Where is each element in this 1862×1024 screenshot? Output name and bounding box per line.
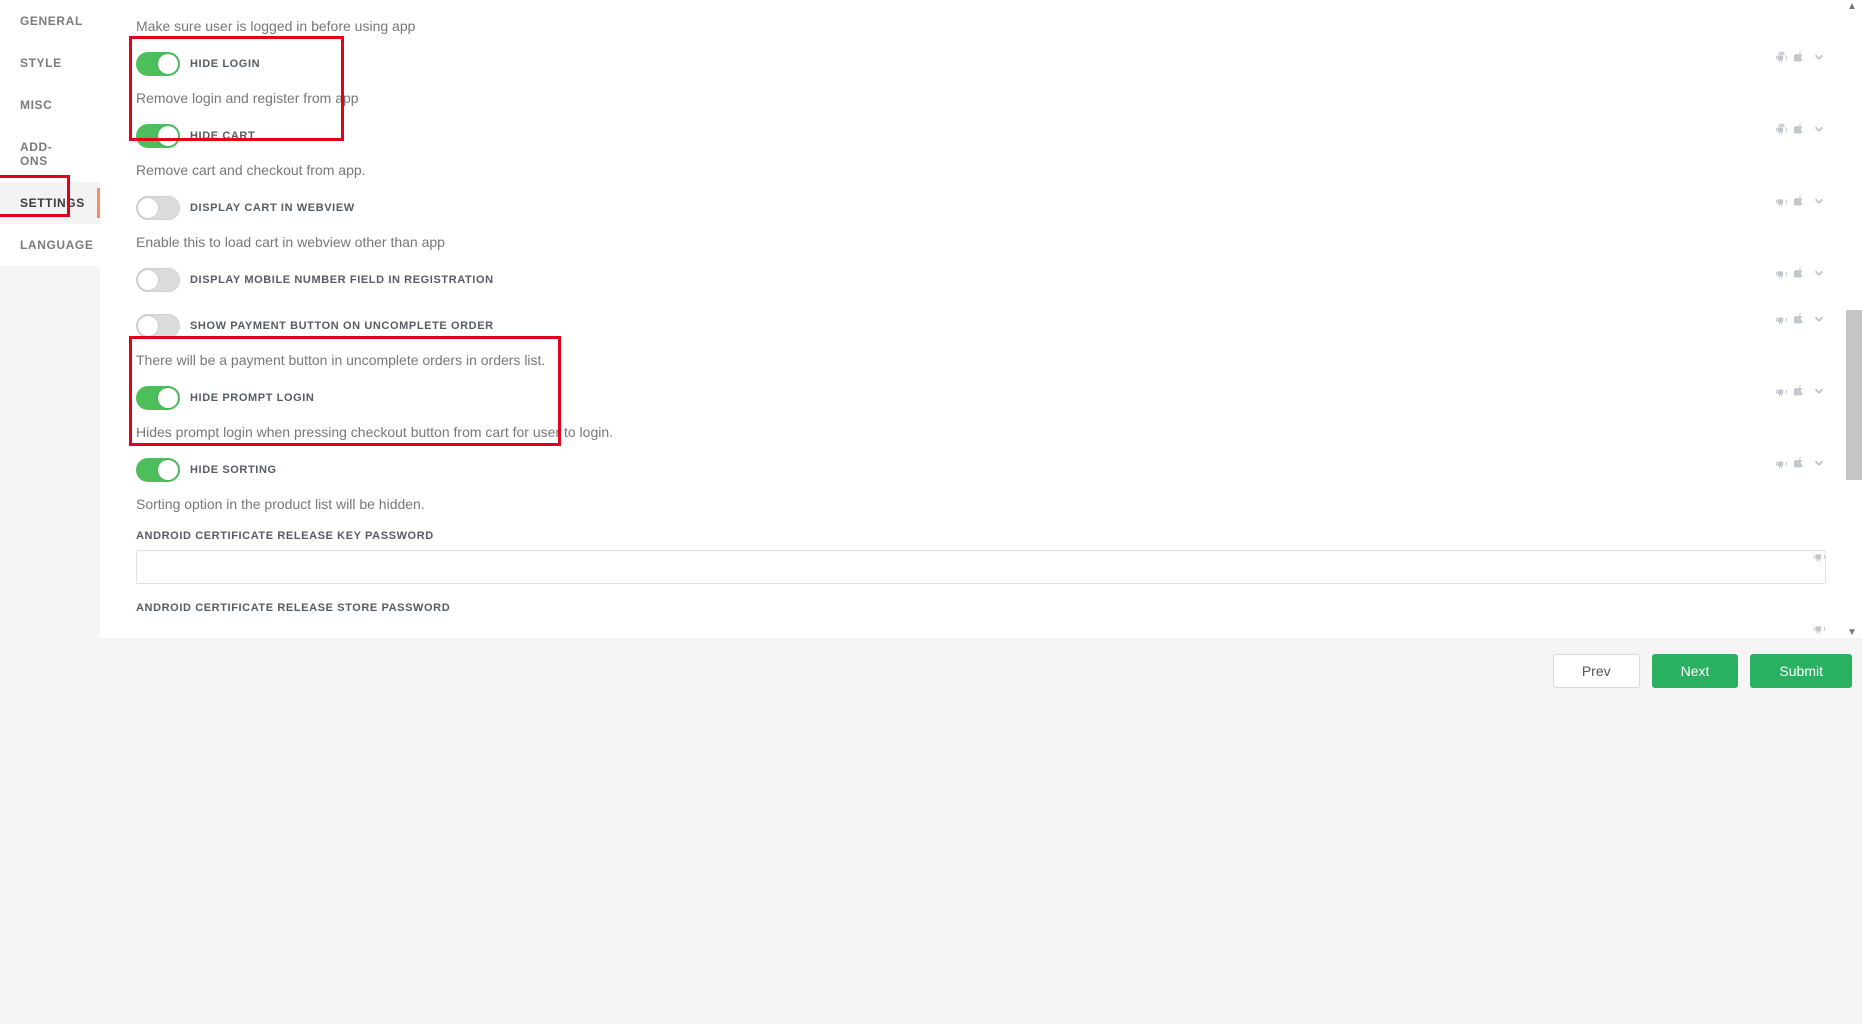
label-android-key-password: ANDROID CERTIFICATE RELEASE KEY PASSWORD xyxy=(136,530,1826,542)
row-icons-android-key-password xyxy=(1813,550,1826,563)
desc-hide-cart: Remove cart and checkout from app. xyxy=(136,162,1826,178)
input-android-key-password[interactable] xyxy=(136,550,1826,584)
android-icon xyxy=(1775,51,1788,64)
chevron-down-icon[interactable] xyxy=(1812,194,1826,208)
logged-in-desc: Make sure user is logged in before using… xyxy=(136,18,1826,34)
chevron-down-icon[interactable] xyxy=(1812,266,1826,280)
row-icons-show-payment-button xyxy=(1775,312,1826,326)
android-icon xyxy=(1813,550,1826,563)
row-icons-display-cart-webview xyxy=(1775,194,1826,208)
footer: Prev Next Submit xyxy=(100,638,1862,704)
scroll-up-arrow[interactable]: ▲ xyxy=(1844,2,1860,14)
row-icons-display-mobile-number xyxy=(1775,266,1826,280)
android-icon xyxy=(1775,195,1788,208)
apple-icon xyxy=(1794,50,1806,64)
desc-show-payment-button: There will be a payment button in uncomp… xyxy=(136,352,1826,368)
row-hide-sorting: HIDE SORTING xyxy=(136,450,1826,490)
sidebar-item-language[interactable]: LANGUAGE xyxy=(0,224,100,266)
row-show-payment-button: SHOW PAYMENT BUTTON ON UNCOMPLETE ORDER xyxy=(136,306,1826,346)
desc-display-cart-webview: Enable this to load cart in webview othe… xyxy=(136,234,1826,250)
sidebar-item-add-ons[interactable]: ADD-ONS xyxy=(0,126,100,182)
apple-icon xyxy=(1794,312,1806,326)
row-hide-prompt-login: HIDE PROMPT LOGIN xyxy=(136,378,1826,418)
chevron-down-icon[interactable] xyxy=(1812,50,1826,64)
apple-icon xyxy=(1794,194,1806,208)
toggle-hide-cart[interactable] xyxy=(136,124,180,148)
next-button[interactable]: Next xyxy=(1652,654,1739,688)
label-hide-login: HIDE LOGIN xyxy=(190,58,260,70)
apple-icon xyxy=(1794,456,1806,470)
row-android-key-password: ANDROID CERTIFICATE RELEASE KEY PASSWORD xyxy=(136,530,1826,584)
label-display-mobile-number: DISPLAY MOBILE NUMBER FIELD IN REGISTRAT… xyxy=(190,274,494,286)
scrollbar-thumb[interactable] xyxy=(1846,310,1862,480)
toggle-hide-prompt-login[interactable] xyxy=(136,386,180,410)
android-icon xyxy=(1775,385,1788,398)
sidebar-item-settings[interactable]: SETTINGS xyxy=(0,182,100,224)
toggle-display-cart-webview[interactable] xyxy=(136,196,180,220)
android-icon xyxy=(1775,267,1788,280)
scroll-down-arrow[interactable]: ▼ xyxy=(1844,628,1860,640)
android-icon xyxy=(1813,622,1826,635)
sidebar-item-style[interactable]: STYLE xyxy=(0,42,100,84)
row-icons-hide-sorting xyxy=(1775,456,1826,470)
apple-icon xyxy=(1794,384,1806,398)
chevron-down-icon[interactable] xyxy=(1812,456,1826,470)
label-android-store-password: ANDROID CERTIFICATE RELEASE STORE PASSWO… xyxy=(136,602,1826,614)
settings-panel: Make sure user is logged in before using… xyxy=(100,0,1862,638)
toggle-display-mobile-number[interactable] xyxy=(136,268,180,292)
row-display-mobile-number: DISPLAY MOBILE NUMBER FIELD IN REGISTRAT… xyxy=(136,260,1826,300)
row-icons-hide-prompt-login xyxy=(1775,384,1826,398)
row-android-store-password: ANDROID CERTIFICATE RELEASE STORE PASSWO… xyxy=(136,602,1826,614)
chevron-down-icon[interactable] xyxy=(1812,384,1826,398)
toggle-hide-sorting[interactable] xyxy=(136,458,180,482)
android-icon xyxy=(1775,457,1788,470)
sidebar-item-general[interactable]: GENERAL xyxy=(0,0,100,42)
chevron-down-icon[interactable] xyxy=(1812,312,1826,326)
android-icon xyxy=(1775,123,1788,136)
prev-button[interactable]: Prev xyxy=(1553,654,1640,688)
label-hide-sorting: HIDE SORTING xyxy=(190,464,277,476)
android-icon xyxy=(1775,313,1788,326)
sidebar: GENERAL STYLE MISC ADD-ONS SETTINGS LANG… xyxy=(0,0,100,266)
row-icons-hide-login xyxy=(1775,50,1826,64)
label-hide-cart: HIDE CART xyxy=(190,130,255,142)
apple-icon xyxy=(1794,122,1806,136)
submit-button[interactable]: Submit xyxy=(1750,654,1852,688)
row-display-cart-webview: DISPLAY CART IN WEBVIEW xyxy=(136,188,1826,228)
row-hide-cart: HIDE CART xyxy=(136,116,1826,156)
chevron-down-icon[interactable] xyxy=(1812,122,1826,136)
desc-hide-prompt-login: Hides prompt login when pressing checkou… xyxy=(136,424,1826,440)
sidebar-item-misc[interactable]: MISC xyxy=(0,84,100,126)
apple-icon xyxy=(1794,266,1806,280)
label-show-payment-button: SHOW PAYMENT BUTTON ON UNCOMPLETE ORDER xyxy=(190,320,494,332)
row-icons-hide-cart xyxy=(1775,122,1826,136)
label-display-cart-webview: DISPLAY CART IN WEBVIEW xyxy=(190,202,355,214)
toggle-hide-login[interactable] xyxy=(136,52,180,76)
label-hide-prompt-login: HIDE PROMPT LOGIN xyxy=(190,392,314,404)
desc-hide-sorting: Sorting option in the product list will … xyxy=(136,496,1826,512)
row-icons-android-store-password xyxy=(1813,622,1826,635)
toggle-show-payment-button[interactable] xyxy=(136,314,180,338)
row-hide-login: HIDE LOGIN xyxy=(136,44,1826,84)
desc-hide-login: Remove login and register from app xyxy=(136,90,1826,106)
